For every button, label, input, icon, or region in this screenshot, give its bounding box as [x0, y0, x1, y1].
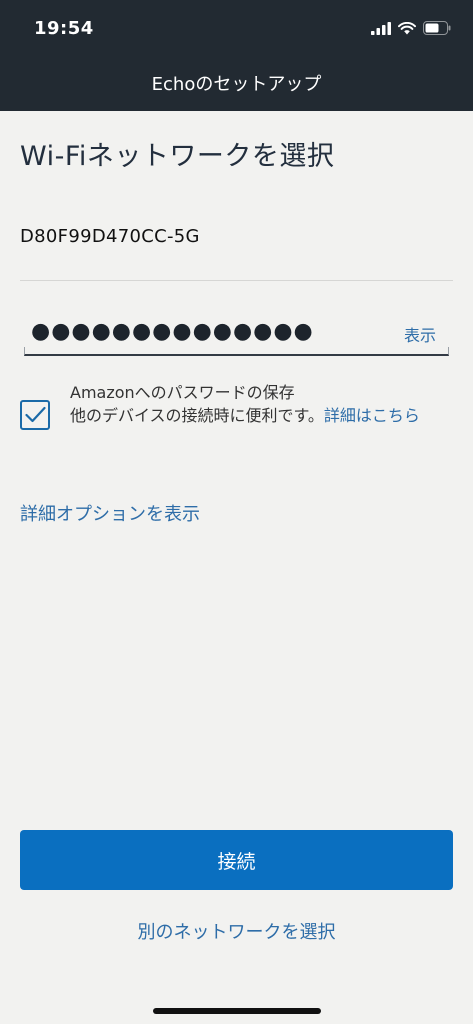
- save-password-label: Amazonへのパスワードの保存: [70, 383, 295, 402]
- home-indicator[interactable]: [153, 1008, 321, 1014]
- battery-icon: [423, 20, 451, 39]
- show-password-button[interactable]: 表示: [404, 322, 436, 346]
- signal-icon: [371, 20, 391, 39]
- advanced-options-link[interactable]: 詳細オプションを表示: [20, 500, 200, 526]
- status-bar: 19:54: [0, 0, 473, 58]
- password-input[interactable]: ●●●●●●●●●●●●●● 表示: [23, 311, 452, 356]
- save-password-description: 他のデバイスの接続時に便利です。詳細はこちら: [70, 404, 450, 427]
- connect-button[interactable]: 接続: [20, 830, 453, 890]
- divider: [20, 280, 453, 281]
- status-time: 19:54: [34, 18, 94, 39]
- save-password-desc-text: 他のデバイスの接続時に便利です。: [70, 406, 324, 425]
- nav-title: Echoのセットアップ: [151, 74, 322, 95]
- page-title: Wi-Fiネットワークを選択: [20, 141, 335, 172]
- app-header: 19:54 Echoのセットアップ: [0, 0, 473, 111]
- wifi-icon: [398, 20, 416, 39]
- password-value: ●●●●●●●●●●●●●●: [31, 319, 314, 344]
- learn-more-link[interactable]: 詳細はこちら: [324, 406, 420, 425]
- save-password-checkbox[interactable]: [20, 400, 50, 430]
- network-name: D80F99D470CC-5G: [20, 226, 200, 247]
- status-icons: [371, 20, 451, 38]
- choose-other-network-link[interactable]: 別のネットワークを選択: [0, 918, 473, 944]
- checkmark-icon: [25, 406, 46, 423]
